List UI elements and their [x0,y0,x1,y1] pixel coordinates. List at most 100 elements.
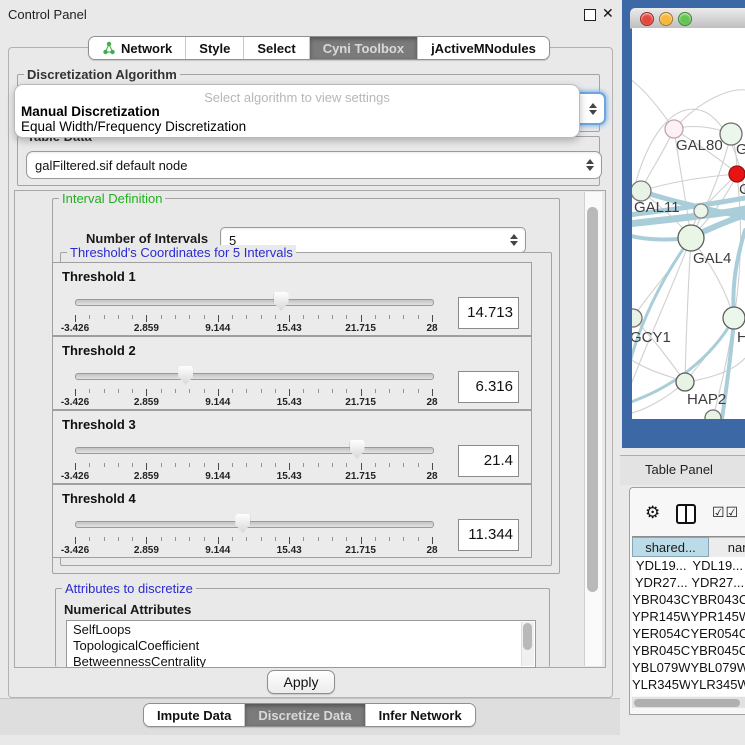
cell-shared-name[interactable]: YIL052C [632,693,690,696]
bottom-tab-infer-network[interactable]: Infer Network [366,704,475,726]
minor-tick [89,537,90,541]
list-scrollbar-thumb[interactable] [523,623,532,650]
zoom-traffic-light[interactable] [678,12,692,26]
tab-select[interactable]: Select [244,37,309,59]
cell-shared-name[interactable]: YLR345W [632,676,690,693]
slider-track[interactable] [75,521,434,528]
slider-track[interactable] [75,447,434,454]
threshold-value-field[interactable]: 11.344 [458,519,519,551]
slider-handle[interactable] [178,366,193,385]
minor-tick [204,389,205,393]
cell-name[interactable]: YDL19... [690,557,745,574]
checkbox-pair-icon[interactable]: ☑☑ [712,504,739,521]
tab-network[interactable]: Network [89,37,186,59]
float-window-icon[interactable] [584,9,596,21]
threshold-slider-4[interactable]: -3.4262.8599.14415.4321.71528 [75,513,432,555]
table-row[interactable]: YLR345WYLR345W [632,676,745,693]
list-scrollbar[interactable] [521,622,534,666]
minor-tick [118,463,119,467]
threshold-value-field[interactable]: 6.316 [458,371,519,403]
minor-tick [403,315,404,319]
attribute-list-item[interactable]: BetweennessCentrality [67,653,535,668]
cell-shared-name[interactable]: YDR27... [632,574,690,591]
column-header-shared-name[interactable]: shared... [632,537,709,557]
cell-shared-name[interactable]: YBR043C [632,591,690,608]
cell-shared-name[interactable]: YBR045C [632,642,690,659]
table-row[interactable]: YPR145WYPR145W [632,608,745,625]
table-data-combo[interactable]: galFiltered.sif default node [26,151,602,179]
table-row[interactable]: YDL19...YDL19... [632,557,745,574]
slider-track[interactable] [75,373,434,380]
cell-shared-name[interactable]: YER054C [632,625,690,642]
tab-style[interactable]: Style [186,37,244,59]
network-edge[interactable] [685,238,691,382]
threshold-value-field[interactable]: 14.713 [458,297,519,329]
table-row[interactable]: YER054CYER054C [632,625,745,642]
slider-handle[interactable] [350,440,365,459]
network-node-gal80[interactable] [665,120,683,138]
column-header-name[interactable]: name [709,537,745,557]
minimize-traffic-light[interactable] [659,12,673,26]
network-node-gal11[interactable] [632,181,651,201]
table-row[interactable]: YDR27...YDR27... [632,574,745,591]
horizontal-scrollbar[interactable] [632,697,745,708]
cell-name[interactable]: YPR145W [690,608,745,625]
tab-label: jActiveMNodules [431,41,536,56]
cell-name[interactable]: YBR045C [690,642,745,659]
dropdown-item-manual[interactable]: Manual Discretization [18,104,163,119]
dropdown-hint: Select algorithm to view settings [15,90,579,105]
horizontal-scrollbar-thumb[interactable] [634,699,740,707]
column-layout-icon[interactable] [676,504,696,524]
network-node-c[interactable] [729,166,745,182]
cell-name[interactable]: YDR27... [690,574,745,591]
tab-cyni-toolbox[interactable]: Cyni Toolbox [310,37,418,59]
network-node-gal4[interactable] [678,225,704,251]
network-node[interactable] [694,204,708,218]
network-node[interactable] [705,410,721,419]
network-node-h[interactable] [723,307,745,329]
minor-tick [104,389,105,393]
settings-gear-icon[interactable]: ⚙ [645,503,660,523]
cell-name[interactable]: YER054C [690,625,745,642]
bottom-tab-impute-data[interactable]: Impute Data [144,704,245,726]
node-label: GA [736,141,745,158]
close-traffic-light[interactable] [640,12,654,26]
table-row[interactable]: YBR045CYBR045C [632,642,745,659]
network-canvas[interactable]: GAL80GACGAL11GAL4GCY1HHAP2 [632,28,745,419]
threshold-panel-1: Threshold 1 -3.4262.8599.14415.4321.71528… [52,262,532,336]
attribute-list-item[interactable]: TopologicalCoefficient [67,637,535,653]
bottom-tab-discretize-data[interactable]: Discretize Data [245,704,365,726]
network-node-hap2[interactable] [676,373,694,391]
cell-name[interactable]: YBL079W [690,659,745,676]
cell-shared-name[interactable]: YDL19... [632,557,690,574]
slider-handle[interactable] [274,292,289,311]
minor-tick [303,389,304,393]
cell-shared-name[interactable]: YPR145W [632,608,690,625]
vertical-scrollbar[interactable] [584,192,602,666]
cell-name[interactable]: YBR043C [690,591,745,608]
network-edge[interactable] [685,358,745,382]
slider-track[interactable] [75,299,434,306]
minor-tick [261,315,262,319]
network-window-titlebar[interactable] [630,8,745,29]
tab-jactivemnodules[interactable]: jActiveMNodules [418,37,549,59]
attribute-list-item[interactable]: SelfLoops [67,621,535,637]
cell-name[interactable]: YLR345W [690,676,745,693]
slider-handle[interactable] [235,514,250,533]
table-row[interactable]: YBL079WYBL079W [632,659,745,676]
apply-button[interactable]: Apply [267,670,335,694]
dropdown-item-equal-width[interactable]: Equal Width/Frequency Discretization [18,119,249,134]
cell-name[interactable]: YIL052C [690,693,745,696]
cell-shared-name[interactable]: YBL079W [632,659,690,676]
threshold-slider-3[interactable]: -3.4262.8599.14415.4321.71528 [75,439,432,481]
threshold-value-field[interactable]: 21.4 [458,445,519,477]
network-node-gcy1[interactable] [632,309,642,327]
table-row[interactable]: YIL052CYIL052C [632,693,745,696]
vertical-scrollbar-thumb[interactable] [587,207,598,592]
threshold-slider-2[interactable]: -3.4262.8599.14415.4321.71528 [75,365,432,407]
threshold-slider-1[interactable]: -3.4262.8599.14415.4321.71528 [75,291,432,333]
minor-tick [303,315,304,319]
close-icon[interactable]: ✕ [602,5,614,22]
threshold-label: Threshold 1 [62,269,136,284]
table-row[interactable]: YBR043CYBR043C [632,591,745,608]
